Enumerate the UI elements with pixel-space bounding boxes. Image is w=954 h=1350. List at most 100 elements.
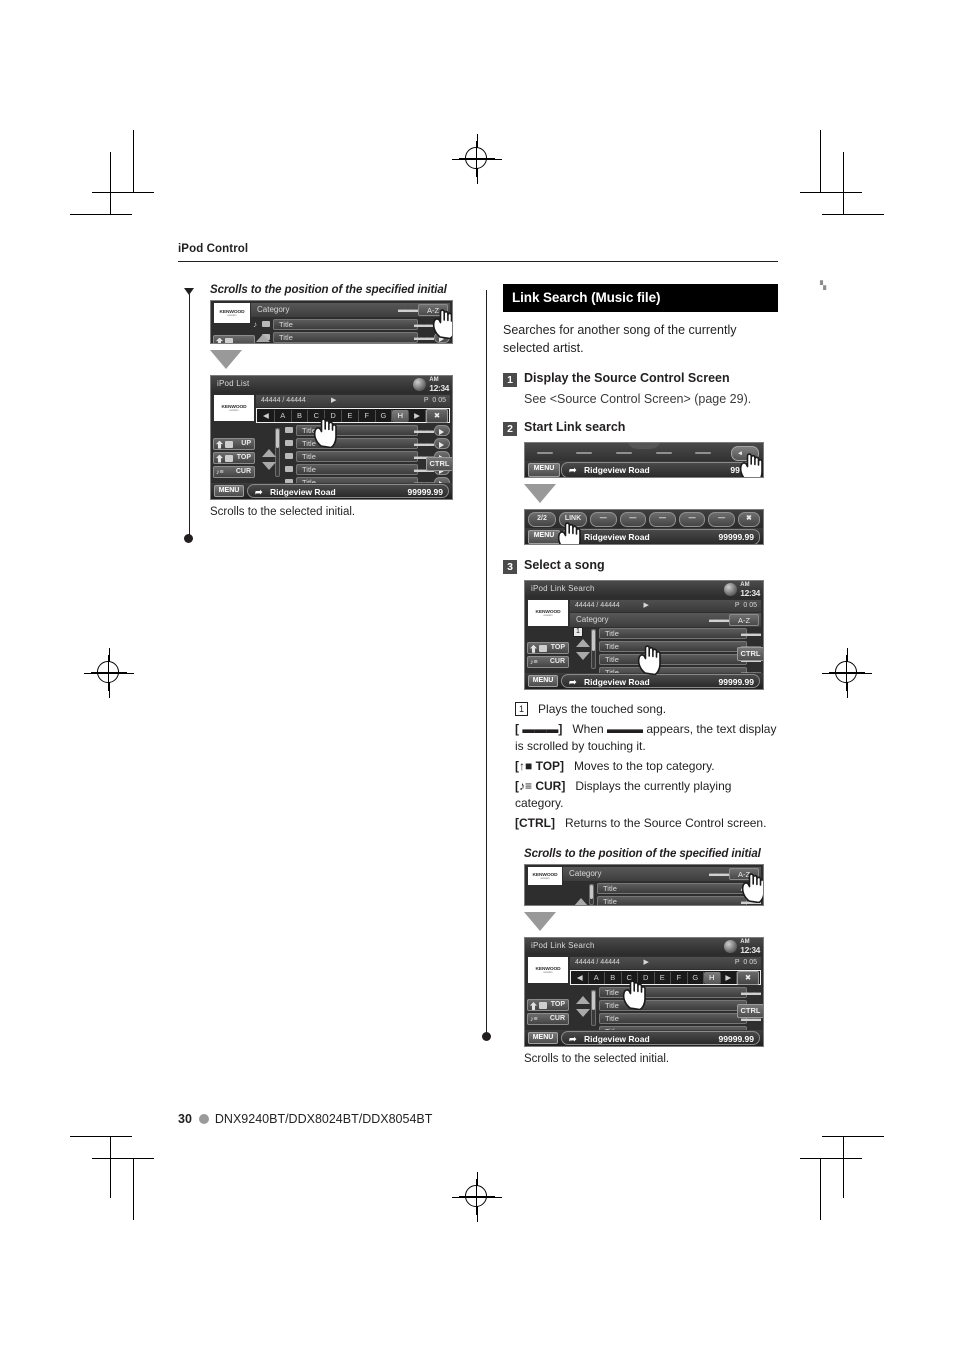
scroll-dots-icon[interactable]: ▬▬▬ xyxy=(414,426,434,435)
alpha-key-a[interactable]: A xyxy=(275,409,292,422)
list-item[interactable]: Title ▬▬▬ xyxy=(251,332,450,343)
menu-button[interactable]: MENU xyxy=(528,463,560,478)
close-button[interactable]: ✖ xyxy=(737,970,759,985)
now-playing-bar[interactable]: ➦ Ridgeview Road 99999.99 xyxy=(561,1031,760,1046)
scroll-dots-icon[interactable]: ▬▬▬ xyxy=(398,303,418,317)
now-playing-bar[interactable]: ➦ Ridgeview Road 99999.99 xyxy=(247,484,449,498)
scroll-dots-icon[interactable]: ▬▬▬ xyxy=(741,988,761,997)
scroll-down-arrow-icon[interactable] xyxy=(575,652,590,661)
scroll-up-arrow-icon[interactable] xyxy=(575,996,590,1005)
menu-button[interactable]: MENU xyxy=(214,485,244,497)
alpha-key-f[interactable]: F xyxy=(671,971,688,984)
globe-icon[interactable] xyxy=(413,378,426,391)
list-item-title[interactable]: Title xyxy=(599,1013,747,1025)
alpha-key-g[interactable]: G xyxy=(376,409,393,422)
play-icon-button[interactable] xyxy=(434,438,450,449)
scroll-dots-icon[interactable]: ▬▬▬ xyxy=(709,867,729,881)
blank-button[interactable]: — xyxy=(708,511,735,527)
scroll-dots-icon[interactable]: ▬▬▬ xyxy=(741,629,761,638)
cur-button[interactable]: ♪≡ CUR xyxy=(213,466,255,478)
menu-button[interactable]: MENU xyxy=(528,675,558,688)
cur-button[interactable]: ♪≡ CUR xyxy=(527,1013,569,1026)
scroll-up-arrow-icon[interactable] xyxy=(255,334,270,342)
top-button[interactable]: TOP xyxy=(213,452,255,464)
list-item-title[interactable]: Title xyxy=(599,654,747,666)
list-item[interactable]: ♪ Title ▬▬▬ xyxy=(251,319,450,330)
list-item[interactable]: Title▬▬▬ xyxy=(597,883,761,895)
list-item-title[interactable]: Title xyxy=(296,451,418,462)
list-item-title[interactable]: Title xyxy=(296,464,418,475)
az-button[interactable]: A-Z xyxy=(729,614,759,627)
now-playing-bar[interactable]: ➦ Ridgeview Road 99999.99 xyxy=(561,529,760,545)
alpha-next-button[interactable]: ▶ xyxy=(409,409,426,422)
alpha-key-e[interactable]: E xyxy=(655,971,671,984)
list-item-title[interactable]: Title xyxy=(273,332,418,343)
blank-button[interactable]: — xyxy=(590,511,617,527)
alpha-next-button[interactable]: ▶ xyxy=(721,971,737,984)
legend-list: 1 Plays the touched song. [ ▬▬▬] When ▬▬… xyxy=(515,701,778,832)
scroll-dots-icon[interactable]: ▬▬▬ xyxy=(414,439,434,448)
menu-button[interactable]: MENU xyxy=(528,1032,558,1045)
legend-text: Moves to the top category. xyxy=(574,759,715,774)
list-item-title[interactable]: Title xyxy=(597,896,747,906)
up-button[interactable] xyxy=(213,335,255,343)
top-button[interactable]: TOP xyxy=(527,999,569,1012)
link-arrow-icon: ➦ xyxy=(255,487,263,497)
scroll-dots-icon[interactable]: ▬▬▬ xyxy=(709,613,729,627)
list-item-title[interactable]: Title xyxy=(599,641,747,653)
close-button[interactable]: ✖ xyxy=(737,511,760,527)
now-playing-bar[interactable]: ➦ Ridgeview Road 99999.99 xyxy=(561,674,760,689)
flow-down-triangle xyxy=(524,484,556,504)
list-item[interactable]: Title▬▬▬ xyxy=(283,464,450,475)
ctrl-button[interactable]: CTRL xyxy=(737,647,763,662)
close-button[interactable]: ✖ xyxy=(425,408,448,423)
list-scrollbar[interactable] xyxy=(591,629,596,670)
up-button[interactable]: UP xyxy=(213,438,255,450)
scroll-down-arrow-icon[interactable] xyxy=(575,1009,590,1018)
top-button[interactable]: TOP xyxy=(527,642,569,655)
device-screen-link-search-alpha: iPod Link Search AM 12:34 KENWOOD excelo… xyxy=(524,937,764,1048)
alpha-key-h-selected[interactable]: H xyxy=(392,409,410,422)
cur-button[interactable]: ♪≡ CUR xyxy=(527,656,569,669)
now-playing-bar[interactable]: ➦ Ridgeview Road 99999 xyxy=(561,462,760,478)
list-scrollbar[interactable] xyxy=(591,990,596,1027)
alpha-key-f[interactable]: F xyxy=(359,409,376,422)
alpha-key-e[interactable]: E xyxy=(342,409,359,422)
alpha-key-b[interactable]: B xyxy=(292,409,309,422)
alpha-key-h-selected[interactable]: H xyxy=(704,971,721,984)
blank-button[interactable]: — xyxy=(649,511,676,527)
up-button-label: UP xyxy=(241,440,251,447)
scroll-up-arrow-icon[interactable] xyxy=(575,639,590,648)
alpha-prev-button[interactable]: ◀ xyxy=(572,971,589,984)
list-scrollbar[interactable] xyxy=(589,884,594,906)
list-item[interactable]: Title▬▬▬ xyxy=(283,438,450,449)
alpha-key-g[interactable]: G xyxy=(688,971,704,984)
list-item[interactable]: Title▬▬▬ xyxy=(283,425,450,436)
alphabet-search-bar[interactable]: ◀ A B C D E F G H ▶ ✖ xyxy=(256,408,450,423)
blank-button[interactable]: — xyxy=(619,511,647,527)
ctrl-button[interactable]: CTRL xyxy=(737,1004,763,1019)
list-item-title[interactable]: Title xyxy=(273,319,418,330)
scroll-arrows xyxy=(573,898,588,906)
logo-name: KENWOOD xyxy=(219,309,245,314)
alpha-key-a[interactable]: A xyxy=(589,971,605,984)
touch-hand-cursor xyxy=(635,643,665,676)
play-icon-button[interactable] xyxy=(434,425,450,436)
alpha-prev-button[interactable]: ◀ xyxy=(258,409,275,422)
list-item[interactable]: Title▬▬▬ xyxy=(599,628,761,640)
source-dash-icon xyxy=(695,452,712,455)
track-name: Ridgeview Road xyxy=(270,487,336,497)
scroll-up-arrow-icon[interactable] xyxy=(573,898,588,906)
list-item[interactable]: Title▬▬▬ xyxy=(283,451,450,462)
alphabet-search-bar[interactable]: ◀ A B C D E F G H ▶ ✖ xyxy=(570,970,761,986)
list-item-title[interactable]: Title xyxy=(597,883,747,895)
logo-name: KENWOOD xyxy=(221,404,247,409)
ctrl-button[interactable]: CTRL xyxy=(426,457,452,471)
scroll-down-arrow-icon[interactable] xyxy=(261,462,276,470)
list-item-title[interactable]: Title xyxy=(599,628,747,640)
step-1-subtext: See <Source Control Screen> (page 29). xyxy=(524,392,752,407)
blank-button[interactable]: — xyxy=(678,511,706,527)
scroll-up-arrow-icon[interactable] xyxy=(261,449,276,457)
page-indicator-button[interactable]: 2/2 xyxy=(528,511,556,527)
list-item[interactable]: Title▬▬▬ xyxy=(597,896,761,906)
